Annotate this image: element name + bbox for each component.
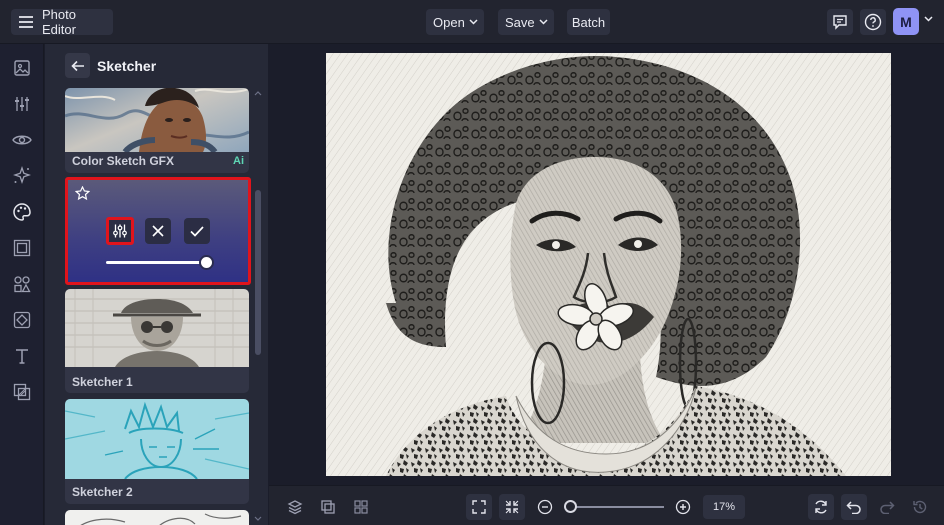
effect-settings-button[interactable]: [106, 217, 134, 245]
batch-button[interactable]: Batch: [567, 9, 610, 35]
effect-card-sketcher-1[interactable]: Sketcher 1: [65, 289, 249, 393]
history-button[interactable]: [907, 494, 933, 520]
zoom-slider-track[interactable]: [568, 506, 664, 508]
effect-thumbnail: [65, 88, 249, 152]
bottom-toolbar: 17%: [269, 485, 944, 525]
scroll-up-icon[interactable]: [254, 90, 262, 96]
texture-icon[interactable]: [11, 309, 33, 331]
zoom-slider-handle[interactable]: [563, 500, 577, 513]
effect-card-color-sketch-gfx[interactable]: Color Sketch GFX Ai: [65, 88, 249, 173]
chevron-down-icon: [539, 19, 548, 25]
save-label: Save: [505, 14, 535, 30]
editor-canvas: [269, 44, 944, 485]
effect-card-sketcher-2[interactable]: Sketcher 2: [65, 399, 249, 504]
chevron-down-icon[interactable]: [924, 16, 933, 22]
shapes-icon[interactable]: [11, 273, 33, 295]
back-button[interactable]: [65, 53, 90, 78]
effect-thumbnail: [65, 289, 249, 367]
shrink-icon: [505, 500, 519, 514]
effect-label: Sketcher 2: [72, 485, 133, 499]
reset-button[interactable]: [808, 494, 834, 520]
panel-title: Sketcher: [97, 58, 157, 74]
panel-scrollbar[interactable]: [255, 190, 261, 355]
scroll-down-icon[interactable]: [254, 516, 262, 522]
undo-button[interactable]: [841, 494, 867, 520]
effect-card-active[interactable]: [65, 177, 251, 285]
main-menu-button[interactable]: Photo Editor: [11, 7, 113, 37]
effect-card-next[interactable]: [65, 510, 249, 525]
help-icon: [864, 13, 882, 31]
history-icon: [912, 499, 928, 515]
top-bar: Photo Editor Open Save Batch M: [0, 0, 944, 44]
palette-icon[interactable]: [11, 201, 33, 223]
sparkle-icon[interactable]: [11, 165, 33, 187]
frame-icon[interactable]: [11, 237, 33, 259]
redo-button[interactable]: [874, 494, 900, 520]
sliders-icon: [112, 223, 128, 239]
undo-icon: [846, 500, 862, 514]
chevron-down-icon: [469, 19, 478, 25]
save-button[interactable]: Save: [498, 9, 554, 35]
zoom-out-icon[interactable]: [532, 494, 558, 520]
actual-size-button[interactable]: [499, 494, 525, 520]
adjustments-icon[interactable]: [11, 93, 33, 115]
eye-icon[interactable]: [11, 129, 33, 151]
layers-icon[interactable]: [282, 494, 308, 520]
user-avatar[interactable]: M: [893, 8, 919, 35]
open-label: Open: [433, 14, 465, 30]
message-icon: [832, 14, 848, 30]
arrow-left-icon: [70, 60, 85, 72]
hamburger-icon: [18, 15, 34, 29]
refresh-icon: [813, 499, 829, 515]
effect-label: Sketcher 1: [72, 375, 133, 389]
grid-icon[interactable]: [348, 494, 374, 520]
text-icon[interactable]: [11, 345, 33, 367]
overlay-icon[interactable]: [11, 381, 33, 403]
help-button[interactable]: [860, 9, 886, 35]
zoom-in-icon[interactable]: [670, 494, 696, 520]
intensity-slider-handle[interactable]: [198, 255, 214, 270]
duplicate-icon[interactable]: [315, 494, 341, 520]
redo-icon: [879, 500, 895, 514]
image-icon[interactable]: [11, 57, 33, 79]
fit-screen-button[interactable]: [466, 494, 492, 520]
feedback-button[interactable]: [827, 9, 853, 35]
star-icon[interactable]: [75, 186, 90, 201]
check-icon: [190, 225, 204, 237]
close-icon: [152, 225, 164, 237]
tool-rail: [0, 44, 44, 525]
effects-panel: Sketcher Color Sketch GFX Ai Sketcher 1 …: [45, 44, 268, 525]
zoom-value[interactable]: 17%: [703, 495, 745, 519]
edited-photo[interactable]: [326, 53, 891, 476]
open-button[interactable]: Open: [426, 9, 484, 35]
ai-badge: Ai: [233, 155, 244, 167]
effect-label: Color Sketch GFX: [72, 154, 175, 168]
cancel-button[interactable]: [145, 218, 171, 244]
expand-icon: [472, 500, 486, 514]
apply-button[interactable]: [184, 218, 210, 244]
batch-label: Batch: [571, 14, 606, 30]
intensity-slider-track[interactable]: [106, 261, 204, 264]
app-title: Photo Editor: [42, 7, 76, 37]
effect-thumbnail: [65, 399, 249, 479]
